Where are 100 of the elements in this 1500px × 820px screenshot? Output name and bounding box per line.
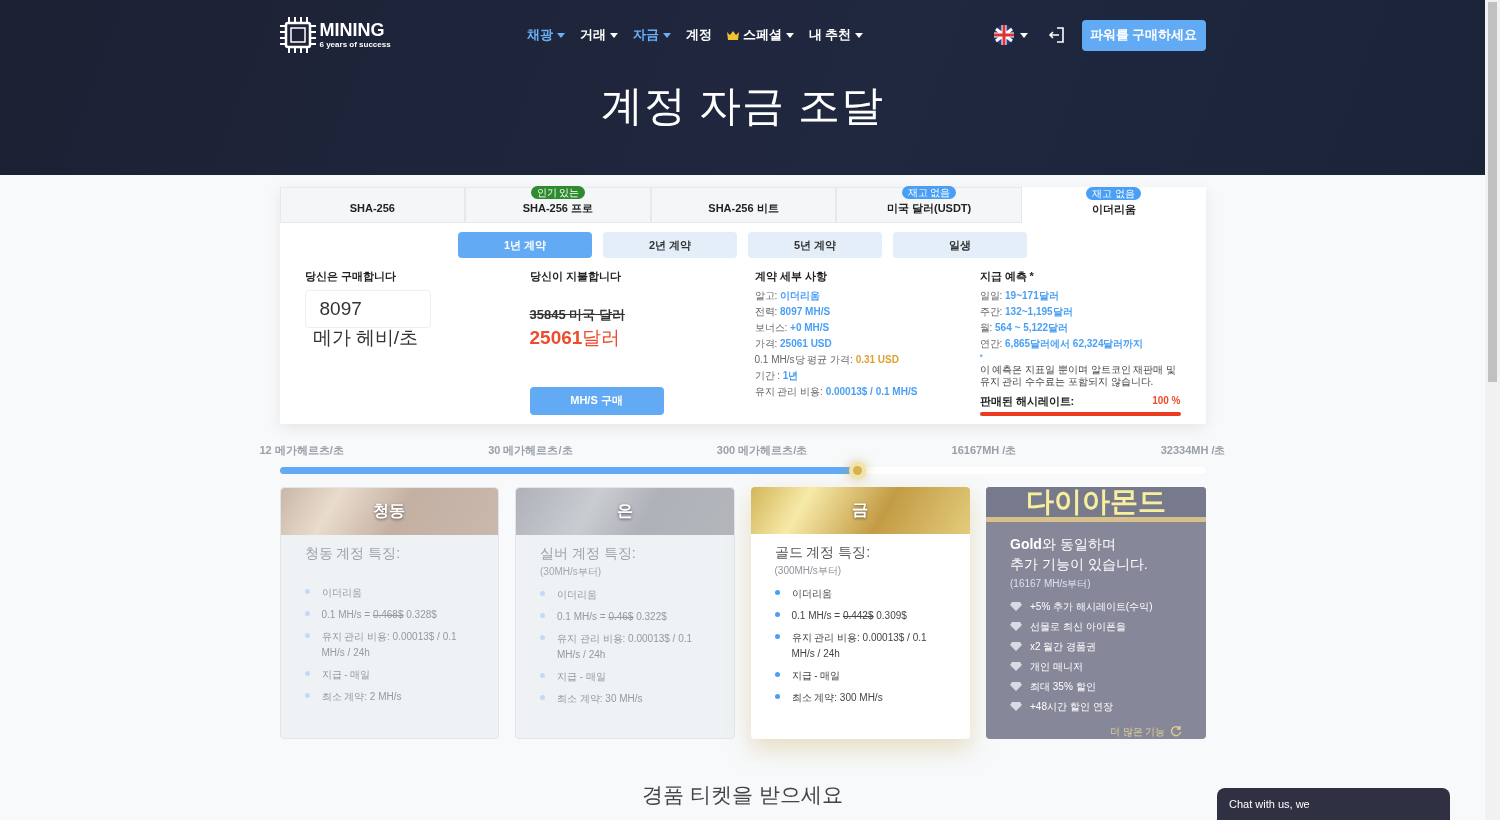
detail-line: 보너스: +0 MH/S	[754, 320, 831, 335]
plan-feature: 선물로 최신 아이폰을	[1030, 619, 1126, 634]
plan-feature: 0.1 MH/s = 0.442$ 0.309$	[791, 608, 907, 623]
price: 25061	[529, 326, 583, 350]
section-heading: 당신은 구매합니다	[304, 269, 397, 284]
detail-line: 0.1 MH/s당 평균 가격: 0.31 USD	[754, 352, 900, 367]
plan-minimum: (300MH/s부터)	[774, 563, 843, 578]
plan-feature: 지급 - 매일	[791, 668, 841, 683]
detail-line: 유지 관리 비용: 0.00013$ / 0.1 MH/S	[754, 384, 919, 399]
flag-icon	[993, 25, 1014, 45]
section-heading: 계약 세부 사항	[754, 269, 828, 284]
bullet-icon	[540, 590, 545, 596]
nav-link[interactable]: 계정	[685, 25, 712, 45]
algorithm-tab[interactable]: SHA-256 비트	[650, 187, 837, 223]
section-heading: 지급 예측 *	[979, 269, 1035, 284]
plan-feature: 0.1 MH/s = 0.46$ 0.322$	[557, 609, 667, 624]
section-heading: 당신이 지불합니다	[529, 269, 622, 284]
bullet-icon	[540, 672, 545, 678]
tab-badge: 재고 없음	[901, 185, 957, 199]
term-tab[interactable]: 2년 계약	[603, 232, 737, 258]
diamond-icon	[1010, 701, 1022, 711]
bullet-icon	[304, 588, 310, 594]
bullet-icon	[304, 632, 310, 638]
plan-feature: 개인 매니저	[1030, 659, 1083, 674]
caret-icon	[1019, 32, 1028, 38]
hashrate-unit: 메가 헤비/초	[312, 327, 420, 347]
slider-tick-label: 32334MH /초	[1160, 443, 1226, 458]
logo-tagline: 6 years of success	[319, 41, 391, 49]
diamond-icon	[1010, 621, 1022, 631]
nav-link[interactable]: 내 추천	[808, 25, 864, 45]
sold-hashrate-value: 100 %	[1152, 394, 1181, 409]
slider-thumb[interactable]	[849, 461, 867, 479]
plan-feature: 유지 관리 비용: 0.00013$ / 0.1 MH/s / 24h	[557, 631, 694, 662]
algorithm-tab[interactable]: 재고 없음 미국 달러(USDT)	[836, 187, 1022, 223]
chat-prompt: Chat with us, we	[1229, 796, 1310, 812]
forecast-line: 일일: 19~171달러	[979, 288, 1060, 303]
bullet-icon	[304, 670, 310, 676]
plan-feature: 이더리움	[321, 585, 362, 600]
algorithm-tab[interactable]: 인기 있는 SHA-256 프로	[465, 187, 651, 223]
scrollbar[interactable]	[1485, 0, 1500, 820]
detail-line: 가격: 25061 USD	[754, 336, 833, 351]
detail-line: 기간 : 1년	[754, 368, 800, 383]
bullet-icon	[774, 671, 780, 677]
plan-title: 은	[616, 501, 633, 521]
forecast-line: 월: 564 ~ 5,122달러	[979, 320, 1070, 335]
detail-line: 알고: 이더리움	[754, 288, 822, 303]
plan-feature: 최소 계약: 2 MH/s	[321, 689, 402, 704]
plan-feature: x2 월간 경품권	[1030, 639, 1097, 654]
footnote-mark: *	[979, 351, 984, 362]
plan-description: Gold와 동일하며 추가 기능이 있습니다.	[1010, 534, 1149, 574]
diamond-icon	[1010, 641, 1022, 651]
plan-heading: 골드 계정 특징:	[774, 542, 872, 562]
algorithm-tab[interactable]: SHA-256	[279, 187, 466, 223]
plan-title: 청동	[373, 501, 406, 521]
bullet-icon	[774, 693, 780, 699]
hashrate-input[interactable]: 8097	[304, 289, 431, 328]
nav-link[interactable]: 채광	[526, 25, 565, 45]
plan-feature: 유지 관리 비용: 0.00013$ / 0.1 MH/s / 24h	[321, 629, 458, 660]
plan-feature: 유지 관리 비용: 0.00013$ / 0.1 MH/s / 24h	[791, 630, 928, 661]
plan-minimum: (30MH/s부터)	[540, 564, 603, 579]
plan-feature: 최소 계약: 30 MH/s	[557, 691, 643, 706]
bullet-icon	[540, 694, 545, 700]
old-price: 35845 미국 달러	[529, 305, 626, 324]
plan-feature: 이더리움	[557, 587, 597, 602]
plan-heading: 청동 계정 특징:	[304, 543, 402, 563]
bullet-icon	[540, 612, 545, 618]
term-tab[interactable]: 5년 계약	[748, 232, 882, 258]
logout-icon[interactable]	[1047, 26, 1066, 44]
plan-feature: 0.1 MH/s = 0.468$ 0.328$	[321, 607, 437, 622]
chip-logo-icon	[279, 17, 316, 53]
plan-title: 금	[852, 500, 869, 520]
plan-title: 다이아몬드	[1025, 487, 1166, 516]
sold-hashrate-label: 판매된 해시레이트:	[979, 393, 1075, 409]
plan-feature: +5% 추가 해시레이트(수익)	[1030, 599, 1153, 614]
plan-feature: +48시간 할인 연장	[1030, 699, 1113, 714]
price-currency: 달러	[582, 326, 621, 350]
plan-minimum: (16167 MH/s부터)	[1010, 576, 1092, 591]
nav-link[interactable]: 자금	[632, 25, 671, 45]
chat-widget[interactable]: Chat with us, we	[1217, 788, 1450, 820]
plan-feature: 지급 - 매일	[321, 667, 371, 682]
plan-feature: 최대 35% 할인	[1030, 679, 1096, 694]
section-title: 경품 티켓을 받으세요	[642, 781, 843, 808]
slider-tick-label: 12 메가헤르츠/초	[259, 443, 344, 458]
bullet-icon	[774, 589, 780, 595]
plan-feature: 최소 계약: 300 MH/s	[791, 690, 883, 705]
nav-link[interactable]: 거래	[579, 25, 618, 45]
slider-tick-label: 300 메가헤르츠/초	[716, 443, 808, 458]
bullet-icon	[774, 633, 780, 639]
language-selector[interactable]	[993, 25, 1028, 45]
slider-tick-label: 16167MH /초	[951, 443, 1017, 458]
term-tab[interactable]: 일생	[893, 232, 1027, 258]
tab-badge: 인기 있는	[530, 185, 586, 199]
slider-tick-label: 30 메가헤르츠/초	[488, 443, 573, 458]
page-title: 계정 자금 조달	[599, 81, 886, 131]
plan-heading: 실버 계정 특징:	[540, 543, 637, 563]
bullet-icon	[540, 634, 545, 640]
diamond-icon	[1010, 661, 1022, 671]
forecast-note: 이 예측은 지표일 뿐이며 알트코인 재판매 및 유지 관리 수수료는 포함되지 않습니다.	[979, 363, 1178, 388]
detail-line: 전력: 8097 MH/S	[754, 304, 832, 319]
nav-link[interactable]: 스페셜	[726, 25, 794, 45]
